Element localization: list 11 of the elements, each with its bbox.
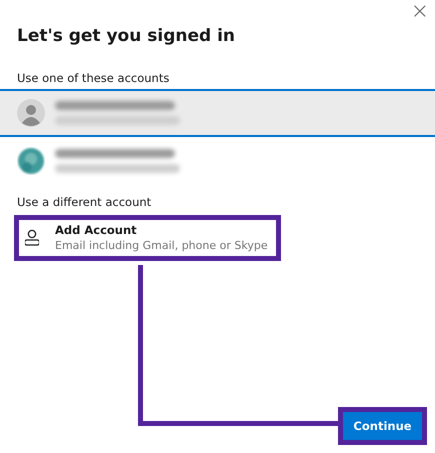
dialog-title: Let's get you signed in — [16, 25, 236, 48]
person-icon — [25, 228, 39, 246]
add-account-title: Add Account — [55, 223, 138, 237]
account-item[interactable] — [0, 89, 435, 137]
add-account-subtitle: Email including Gmail, phone or Skype — [55, 239, 268, 252]
close-button[interactable]: × — [410, 0, 435, 24]
continue-button[interactable]: Continue — [343, 412, 422, 440]
avatar-icon — [17, 99, 45, 127]
add-account-item[interactable]: Add Account Email including Gmail, phone or Skype — [19, 220, 276, 256]
section-heading: Use one of these accounts — [16, 70, 170, 87]
section-heading: Use a different account — [16, 194, 152, 211]
